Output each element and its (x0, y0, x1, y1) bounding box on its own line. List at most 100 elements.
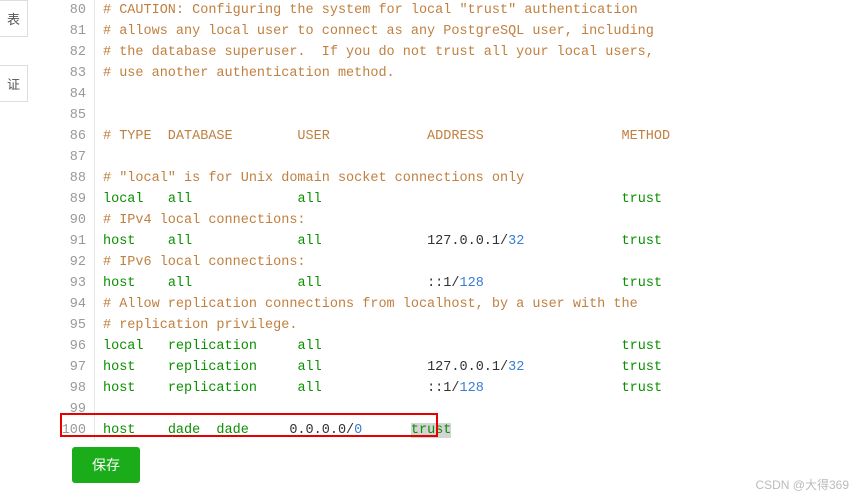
code-token: local (103, 339, 144, 354)
code-line[interactable]: 82 # the database superuser. If you do no… (60, 42, 861, 63)
code-token: # "local" is for Unix domain socket conn… (103, 171, 524, 186)
line-number: 80 (60, 0, 94, 21)
code-token: trust (622, 381, 663, 396)
sidebar-item-1[interactable]: 证 (0, 65, 28, 102)
line-number: 92 (60, 252, 94, 273)
code-token: 0.0.0.0/ (249, 423, 354, 438)
code-content[interactable]: # IPv6 local connections: (95, 252, 861, 273)
gutter-border (94, 84, 95, 105)
code-token: 127.0.0.1/ (322, 360, 508, 375)
code-line[interactable]: 97host replication all 127.0.0.1/32 trus… (60, 357, 861, 378)
code-line[interactable]: 80 # CAUTION: Configuring the system for … (60, 0, 861, 21)
line-number: 93 (60, 273, 94, 294)
code-content[interactable]: local replication all trust (95, 336, 861, 357)
code-token (144, 192, 168, 207)
code-line[interactable]: 81 # allows any local user to connect as … (60, 21, 861, 42)
line-number: 81 (60, 21, 94, 42)
code-token: replication (168, 339, 257, 354)
code-line[interactable]: 96local replication all trust (60, 336, 861, 357)
line-number: 86 (60, 126, 94, 147)
code-line[interactable]: 92 # IPv6 local connections: (60, 252, 861, 273)
code-line[interactable]: 83# use another authentication method. (60, 63, 861, 84)
code-token: # CAUTION: Configuring the system for lo… (103, 3, 638, 18)
code-token: local (103, 192, 144, 207)
code-token (135, 234, 167, 249)
code-token (135, 276, 167, 291)
code-token: # Allow replication connections from loc… (103, 297, 638, 312)
gutter-border (94, 147, 95, 168)
line-number: 87 (60, 147, 94, 168)
code-line[interactable]: 87 (60, 147, 861, 168)
code-token: trust (622, 192, 663, 207)
code-token: host (103, 276, 135, 291)
code-token: host (103, 234, 135, 249)
code-content[interactable]: host dade dade 0.0.0.0/0 trust (95, 420, 861, 441)
code-token: all (297, 234, 321, 249)
code-token (484, 381, 622, 396)
code-line[interactable]: 90# IPv4 local connections: (60, 210, 861, 231)
code-line[interactable]: 98host replication all ::1/128 trust (60, 378, 861, 399)
code-token: ::1/ (322, 276, 460, 291)
line-number: 95 (60, 315, 94, 336)
code-content[interactable]: host all all ::1/128 trust (95, 273, 861, 294)
code-content[interactable]: # IPv4 local connections: (95, 210, 861, 231)
code-line[interactable]: 89local all all trust (60, 189, 861, 210)
code-content[interactable]: host replication all 127.0.0.1/32 trust (95, 357, 861, 378)
code-token: 128 (460, 276, 484, 291)
code-token (192, 234, 297, 249)
code-token: trust (622, 276, 663, 291)
code-token: # IPv6 local connections: (103, 255, 306, 270)
code-content[interactable]: # allows any local user to connect as an… (95, 21, 861, 42)
code-token: # allows any local user to connect as an… (103, 24, 654, 39)
code-token (192, 276, 297, 291)
code-line[interactable]: 91host all all 127.0.0.1/32 trust (60, 231, 861, 252)
code-token: dade (168, 423, 200, 438)
code-token: # use another authentication method. (103, 66, 395, 81)
line-number: 90 (60, 210, 94, 231)
code-line[interactable]: 88 # "local" is for Unix domain socket co… (60, 168, 861, 189)
line-number: 88 (60, 168, 94, 189)
code-content[interactable]: # use another authentication method. (95, 63, 861, 84)
code-token: 127.0.0.1/ (322, 234, 508, 249)
code-token (135, 360, 167, 375)
code-token: replication (168, 381, 257, 396)
code-token: # TYPE DATABASE USER ADDRESS METHOD (103, 129, 670, 144)
code-token: host (103, 423, 135, 438)
code-token (144, 339, 168, 354)
code-content[interactable]: # "local" is for Unix domain socket conn… (95, 168, 861, 189)
save-button[interactable]: 保存 (72, 447, 140, 483)
gutter-border (94, 105, 95, 126)
watermark-text: CSDN @大得369 (755, 476, 849, 493)
code-line[interactable]: 95 # replication privilege. (60, 315, 861, 336)
code-editor[interactable]: 80 # CAUTION: Configuring the system for … (60, 0, 861, 441)
code-line[interactable]: 99 (60, 399, 861, 420)
code-line[interactable]: 86 # TYPE DATABASE USER ADDRESS METHOD (60, 126, 861, 147)
code-line[interactable]: 94# Allow replication connections from l… (60, 294, 861, 315)
code-token: # replication privilege. (103, 318, 297, 333)
code-content[interactable]: host all all 127.0.0.1/32 trust (95, 231, 861, 252)
code-line[interactable]: 85 (60, 105, 861, 126)
code-content[interactable]: # CAUTION: Configuring the system for lo… (95, 0, 861, 21)
code-token: host (103, 360, 135, 375)
code-token: all (297, 381, 321, 396)
line-number: 85 (60, 105, 94, 126)
code-content[interactable]: # the database superuser. If you do not … (95, 42, 861, 63)
code-token (322, 192, 622, 207)
code-token: # the database superuser. If you do not … (103, 45, 654, 60)
code-content[interactable]: # Allow replication connections from loc… (95, 294, 861, 315)
code-token: all (297, 192, 321, 207)
sidebar-item-0[interactable]: 表 (0, 0, 28, 37)
code-token: trust (622, 234, 663, 249)
code-content[interactable]: host replication all ::1/128 trust (95, 378, 861, 399)
code-content[interactable]: local all all trust (95, 189, 861, 210)
code-token: all (297, 360, 321, 375)
code-line[interactable]: 84 (60, 84, 861, 105)
code-line[interactable]: 93host all all ::1/128 trust (60, 273, 861, 294)
line-number: 100 (60, 420, 94, 441)
code-line[interactable]: 100host dade dade 0.0.0.0/0 trust (60, 420, 861, 441)
code-token (200, 423, 216, 438)
code-content[interactable]: # TYPE DATABASE USER ADDRESS METHOD (95, 126, 861, 147)
line-number: 82 (60, 42, 94, 63)
line-number: 96 (60, 336, 94, 357)
code-content[interactable]: # replication privilege. (95, 315, 861, 336)
